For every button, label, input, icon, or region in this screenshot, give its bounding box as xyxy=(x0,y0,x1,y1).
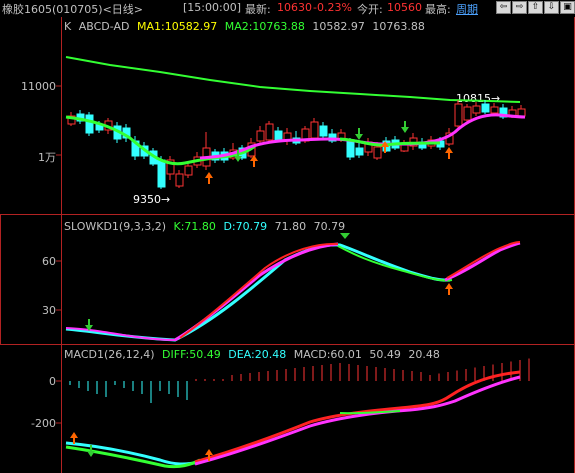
candle-body xyxy=(175,173,184,187)
candle-body xyxy=(472,105,481,114)
candle-body xyxy=(85,114,94,134)
macd-dea-line xyxy=(65,441,201,466)
candle-body xyxy=(517,108,526,117)
buy-arrow-icon xyxy=(445,283,453,295)
kd-end-line-magenta xyxy=(444,241,521,282)
sell-arrow-icon xyxy=(340,233,350,239)
candle-body xyxy=(454,103,463,127)
buy-arrow-icon xyxy=(205,172,213,184)
candle-body xyxy=(274,130,283,141)
candle-body xyxy=(310,121,319,139)
candle-body xyxy=(256,130,265,142)
buy-arrow-icon xyxy=(445,147,453,159)
candle-body xyxy=(265,123,274,141)
candle-body xyxy=(184,165,193,176)
candle-body xyxy=(157,159,166,188)
candle-body xyxy=(481,103,490,113)
macd-histogram xyxy=(69,358,530,403)
candle-body xyxy=(319,125,328,137)
candle-body xyxy=(355,147,364,156)
axis-ticks xyxy=(56,85,61,424)
candle-body xyxy=(346,140,355,158)
sell-arrow-icon xyxy=(355,128,363,140)
sell-arrow-icon xyxy=(401,121,409,133)
candle-body xyxy=(373,146,382,159)
ma2-line xyxy=(65,56,521,103)
chart-canvas xyxy=(56,56,530,469)
macd-line-magenta xyxy=(194,375,521,466)
candle-body xyxy=(463,106,472,121)
candle-body xyxy=(490,106,499,114)
kd-d-line xyxy=(65,243,451,342)
